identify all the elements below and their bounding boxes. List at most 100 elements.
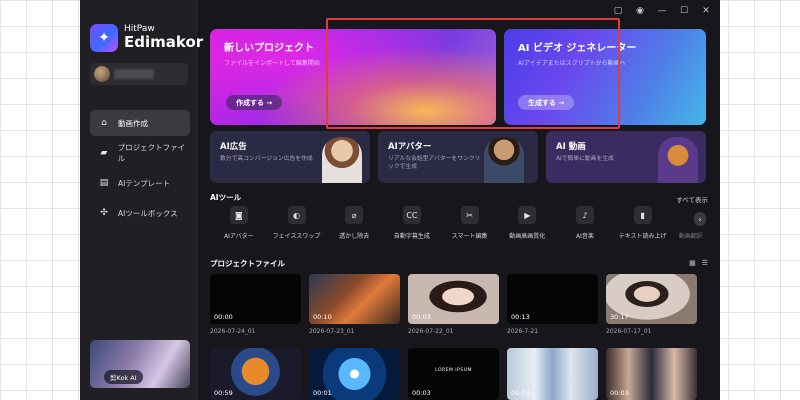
project-item[interactable]: 00:03 (606, 348, 697, 400)
project-item[interactable]: 00:00 2026-07-24_01 (210, 274, 301, 342)
sidebar-item-label: AIテンプレート (118, 178, 171, 188)
chevron-right-icon[interactable]: › (694, 212, 706, 226)
app-window: ✦ HitPaw Edimakor ⌂ 動画作成 ▰ プロジェクトファイル ▤ … (80, 0, 720, 400)
smart-edit-icon: ✂ (460, 206, 479, 224)
folder-icon: ▰ (100, 148, 108, 158)
tool-label: 動画高画質化 (509, 233, 546, 240)
see-all-link[interactable]: すべて表示 (676, 194, 708, 204)
sidebar-item-label: 動画作成 (118, 118, 148, 128)
ai-video-thumbnail (658, 137, 698, 183)
app-logo-icon: ✦ (90, 24, 118, 52)
template-icon: ▤ (99, 178, 109, 188)
ai-video-card[interactable]: AI 動画 AIで簡単に動画を生成 (546, 131, 706, 183)
view-toggle: ▦ ☰ (689, 259, 708, 267)
ai-tools-heading: AIツール (210, 193, 242, 202)
grid-view-icon[interactable]: ▦ (689, 259, 696, 267)
sidebar-item-ai-templates[interactable]: ▤ AIテンプレート (90, 170, 190, 196)
project-thumbnail: 00:01 (309, 348, 400, 400)
tool-label: AI音楽 (576, 233, 594, 240)
tool-label: 自動字幕生成 (393, 233, 430, 240)
project-duration: 00:00 (214, 313, 233, 321)
highlight-frame (326, 18, 620, 129)
ai-tools-row: ◙ AIアバター ◐ フェイススワップ ⌀ 透かし除去 CC 自動字幕生成 ✂ … (210, 206, 710, 240)
project-date: 2026-07-24_01 (210, 328, 256, 335)
project-item[interactable]: 30:17 2026-07-17_01 (606, 274, 697, 342)
tool-text-to-speech[interactable]: ▮ テキスト読み上げ (614, 206, 672, 240)
info-icon[interactable]: ◉ (634, 5, 646, 17)
close-icon[interactable]: ✕ (700, 5, 712, 17)
project-files-heading: プロジェクトファイル (210, 259, 285, 268)
project-duration: 00:10 (313, 313, 332, 321)
music-icon: ♪ (575, 206, 594, 224)
project-item[interactable]: 00:10 2026-07-23_01 (309, 274, 400, 342)
ai-avatar-thumbnail (484, 137, 524, 183)
project-thumbnail: 00:13 (507, 274, 598, 324)
create-project-button[interactable]: 作成する → (226, 95, 283, 110)
project-date: 2026-7-21 (507, 328, 539, 335)
promo-banner[interactable]: 剪Kok AI (90, 340, 190, 388)
brand: ✦ HitPaw Edimakor (90, 24, 203, 52)
feature-subtitle: リアルな会話型アバターをワンクリックで生成 (388, 156, 481, 170)
project-duration: 00:13 (511, 313, 530, 321)
feature-subtitle: 数分で高コンバージョン広告を作成 (220, 156, 313, 162)
sidebar-item-label: プロジェクトファイル (117, 143, 186, 163)
sidebar-item-create-video[interactable]: ⌂ 動画作成 (90, 110, 190, 136)
project-thumbnail: 00:59 (210, 348, 301, 400)
tool-label: スマート編集 (451, 233, 488, 240)
project-duration: 30:17 (610, 313, 629, 321)
account-button[interactable] (90, 63, 188, 85)
project-thumbnail: 00:03 (408, 274, 499, 324)
avatar-icon: ◙ (229, 206, 248, 224)
feature-subtitle: AIで簡単に動画を生成 (556, 156, 614, 162)
ai-avatar-card[interactable]: AIアバター リアルな会話型アバターをワンクリックで生成 (378, 131, 538, 183)
tool-smart-edit[interactable]: ✂ スマート編集 (441, 206, 499, 240)
avatar (94, 66, 110, 82)
main-content: ▢ ◉ — ☐ ✕ 新しいプロジェクト ファイルをインポートして編集開始 作成す… (198, 0, 720, 400)
project-thumbnail: 30:17 (606, 274, 697, 324)
titlebar-controls: ▢ ◉ — ☐ ✕ (612, 5, 712, 17)
tool-auto-subtitle[interactable]: CC 自動字幕生成 (383, 206, 441, 240)
project-thumbnail: 00:03 (606, 348, 697, 400)
tool-label: 透かし除去 (339, 233, 370, 240)
project-date: 2026-07-17_01 (606, 328, 652, 335)
project-duration: 00:03 (610, 389, 629, 397)
tool-watermark-remove[interactable]: ⌀ 透かし除去 (325, 206, 383, 240)
project-duration: 00:59 (214, 389, 233, 397)
tool-ai-music[interactable]: ♪ AI音楽 (556, 206, 614, 240)
list-view-icon[interactable]: ☰ (702, 259, 708, 267)
project-date: 2026-07-23_01 (309, 328, 355, 335)
project-item[interactable]: 00:59 (210, 348, 301, 400)
minimize-icon[interactable]: — (656, 5, 668, 17)
ai-ads-card[interactable]: AI広告 数分で高コンバージョン広告を作成 (210, 131, 370, 183)
project-thumbnail: 00:10 (309, 274, 400, 324)
sidebar-item-ai-toolbox[interactable]: ✣ AIツールボックス (90, 200, 190, 226)
sidebar: ✦ HitPaw Edimakor ⌂ 動画作成 ▰ プロジェクトファイル ▤ … (80, 0, 203, 400)
project-item[interactable]: LOREM IPSUM 00:03 (408, 348, 499, 400)
account-name-blurred (114, 69, 154, 79)
sidebar-item-project-files[interactable]: ▰ プロジェクトファイル (90, 140, 190, 166)
toolbox-icon: ✣ (100, 208, 108, 218)
tool-label: テキスト読み上げ (618, 233, 667, 240)
subtitle-icon: CC (402, 206, 421, 224)
promo-label: 剪Kok AI (104, 370, 143, 384)
tool-label: AIアバター (224, 233, 254, 240)
tool-label: 動画翻訳 (678, 233, 703, 240)
tool-face-swap[interactable]: ◐ フェイススワップ (268, 206, 326, 240)
project-item[interactable]: 00:13 2026-7-21 (507, 274, 598, 342)
ai-ads-thumbnail (322, 137, 362, 183)
project-thumbnail: LOREM IPSUM 00:03 (408, 348, 499, 400)
project-item[interactable]: 00:03 2026-07-22_01 (408, 274, 499, 342)
maximize-icon[interactable]: ☐ (678, 5, 690, 17)
tool-ai-avatar[interactable]: ◙ AIアバター (210, 206, 268, 240)
brand-big: Edimakor (124, 32, 204, 51)
project-duration: 00:03 (412, 389, 431, 397)
project-item[interactable]: 00:03 (507, 348, 598, 400)
sidebar-item-label: AIツールボックス (118, 208, 178, 218)
project-duration: 00:03 (511, 389, 530, 397)
watermark-remove-icon: ⌀ (345, 206, 364, 224)
text-to-speech-icon: ▮ (633, 206, 652, 224)
feedback-icon[interactable]: ▢ (612, 5, 624, 17)
project-item[interactable]: 00:01 (309, 348, 400, 400)
tool-video-enhance[interactable]: ▶ 動画高画質化 (498, 206, 556, 240)
project-duration: 00:01 (313, 389, 332, 397)
